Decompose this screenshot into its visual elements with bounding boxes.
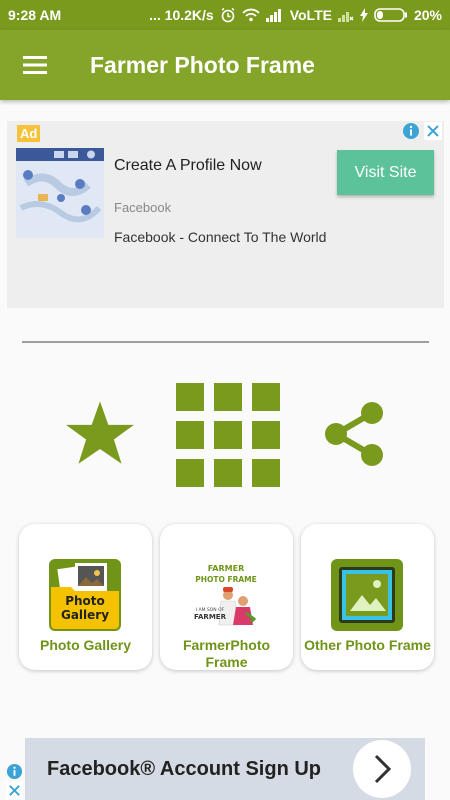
signal-weak-icon	[337, 8, 354, 22]
farmer-icon-text-2: PHOTO FRAME	[195, 575, 257, 584]
gallery-icon-text-2: Gallery	[61, 608, 109, 622]
share-icon	[325, 402, 383, 466]
ad-advertiser: Facebook	[114, 200, 172, 215]
favorite-button[interactable]	[66, 400, 134, 468]
status-time: 9:28 AM	[8, 7, 62, 23]
battery-icon	[374, 8, 408, 22]
status-bar: 9:28 AM ... 10.2K/s VoLTE 20%	[0, 0, 450, 30]
banner-info-icon[interactable]	[6, 763, 23, 780]
alarm-icon	[220, 7, 236, 23]
farmer-frame-icon: FARMER PHOTO FRAME I AM SON OF FARMER	[188, 557, 264, 633]
photo-gallery-icon: Photo Gallery	[47, 557, 123, 633]
banner-close-icon[interactable]	[6, 782, 23, 799]
banner-ad[interactable]: Facebook® Account Sign Up	[6, 738, 425, 800]
wifi-icon	[242, 8, 260, 22]
gallery-icon-text-1: Photo	[65, 594, 105, 608]
battery-level: 20%	[413, 7, 442, 23]
other-photo-frame-tile[interactable]: Other Photo Frame	[301, 524, 434, 670]
landscape-frame-icon	[329, 557, 405, 633]
more-apps-button[interactable]	[176, 383, 280, 487]
ad-image[interactable]	[16, 148, 104, 238]
native-ad[interactable]: Ad Create A Profile Now Facebook Faceboo…	[7, 121, 444, 308]
grid-icon	[176, 383, 280, 487]
page-title: Farmer Photo Frame	[90, 51, 315, 78]
ad-info-icon[interactable]	[402, 122, 420, 140]
farmer-icon-text-4: FARMER	[194, 613, 227, 621]
ad-headline[interactable]: Create A Profile Now	[114, 157, 262, 175]
chevron-right-icon	[374, 754, 392, 784]
app-bar: Farmer Photo Frame	[0, 30, 450, 100]
photo-gallery-tile[interactable]: Photo Gallery Photo Gallery	[19, 524, 152, 670]
photo-gallery-label: Photo Gallery	[39, 637, 132, 653]
menu-button[interactable]	[0, 30, 70, 100]
ad-close-icon[interactable]	[424, 122, 442, 140]
banner-open-button[interactable]	[353, 740, 411, 798]
network-type: VoLTE	[289, 7, 332, 23]
ad-body: Facebook - Connect To The World	[114, 229, 327, 245]
hamburger-menu-icon	[23, 56, 47, 74]
share-button[interactable]	[322, 401, 388, 467]
ad-badge: Ad	[17, 125, 41, 142]
farmer-photo-frame-tile[interactable]: FARMER PHOTO FRAME I AM SON OF FARMER Fa…	[160, 524, 293, 670]
signal-icon	[265, 8, 284, 22]
star-icon	[66, 401, 134, 464]
charging-icon	[359, 8, 368, 22]
farmer-icon-text-1: FARMER	[208, 564, 244, 573]
divider	[22, 341, 429, 343]
visit-site-button[interactable]: Visit Site	[337, 150, 434, 195]
other-photo-frame-label: Other Photo Frame	[304, 637, 431, 653]
banner-text[interactable]: Facebook® Account Sign Up	[47, 758, 321, 781]
network-speed: ... 10.2K/s	[149, 7, 214, 23]
farmer-photo-frame-label: FarmerPhoto Frame	[182, 637, 271, 670]
